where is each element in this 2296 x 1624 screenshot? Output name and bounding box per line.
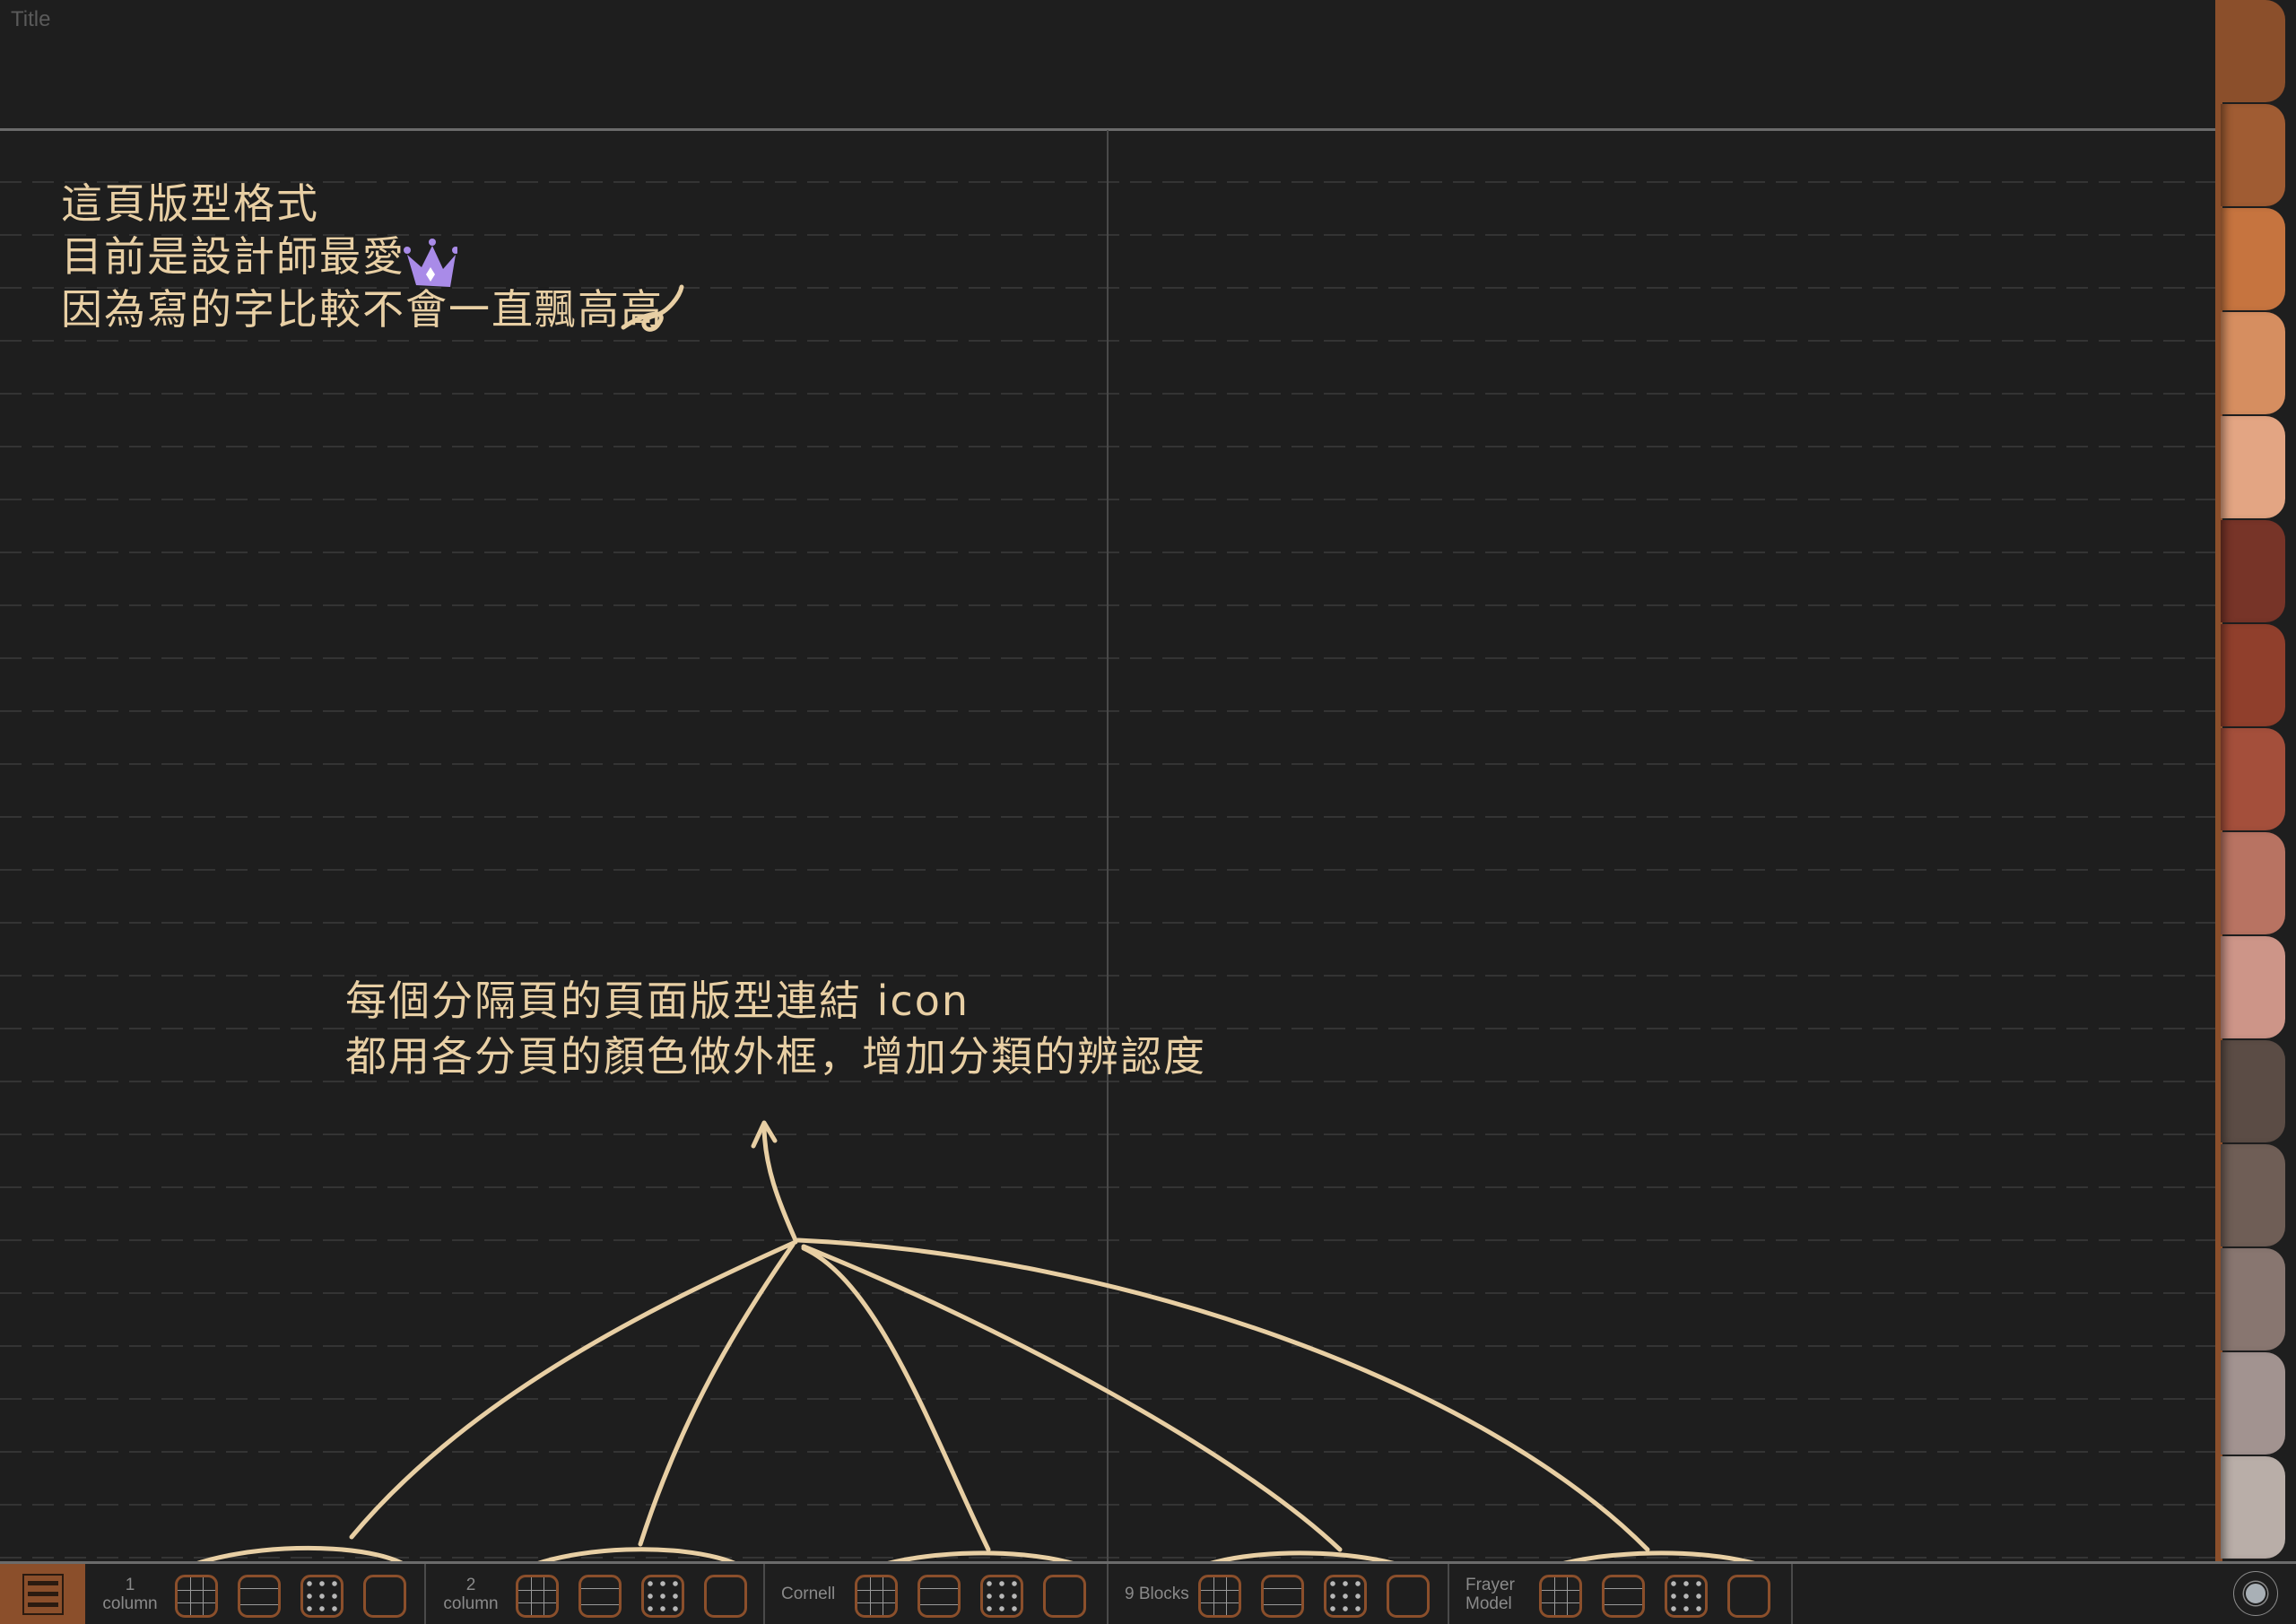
section-tab-14[interactable] (2221, 1352, 2285, 1455)
lined-layout-icon[interactable] (1602, 1575, 1645, 1618)
layout-section-label: 1 column (94, 1564, 166, 1624)
layout-section-label: 9 Blocks (1125, 1564, 1189, 1624)
grid-layout-icon[interactable] (516, 1575, 559, 1618)
note-line: 每個分隔頁的頁面版型連結 icon (345, 977, 970, 1025)
dot-layout-icon[interactable] (300, 1575, 344, 1618)
section-tab-7[interactable] (2221, 624, 2285, 726)
note-line: 都用各分頁的顏色做外框，增加分類的辨認度 (345, 1032, 1206, 1081)
section-tab-13[interactable] (2221, 1248, 2285, 1350)
section-tab-12[interactable] (2221, 1144, 2285, 1246)
blank-layout-icon[interactable] (1043, 1575, 1086, 1618)
section-tab-9[interactable] (2221, 832, 2285, 934)
dot-layout-icon[interactable] (980, 1575, 1023, 1618)
dot-layout-icon[interactable] (1324, 1575, 1367, 1618)
layout-section-5: Frayer Model (1449, 1564, 1793, 1624)
grid-layout-icon[interactable] (1198, 1575, 1241, 1618)
layout-section-3: Cornell (765, 1564, 1109, 1624)
lined-layout-icon[interactable] (578, 1575, 622, 1618)
dot-layout-icon[interactable] (641, 1575, 684, 1618)
bottom-toolbar: 1 column 2 column Cornell 9 Blocks Frayer Model (0, 1561, 2296, 1624)
section-tab-4[interactable] (2221, 312, 2285, 414)
section-tabs (2215, 0, 2296, 1561)
blank-layout-icon[interactable] (363, 1575, 406, 1618)
label-line: column (102, 1594, 158, 1613)
label-line: Frayer (1465, 1575, 1515, 1594)
label-line: 2 (465, 1575, 476, 1594)
record-toggle-icon (2244, 1582, 2267, 1605)
label-line: column (443, 1594, 499, 1613)
section-tab-6[interactable] (2221, 520, 2285, 622)
grid-layout-icon[interactable] (855, 1575, 898, 1618)
menu-button[interactable] (0, 1564, 85, 1624)
record-toggle-button[interactable] (2233, 1571, 2278, 1616)
label-line: 9 Blocks (1125, 1585, 1189, 1603)
blank-layout-icon[interactable] (1387, 1575, 1430, 1618)
hamburger-menu-icon (22, 1573, 64, 1615)
label-line: 1 (125, 1575, 135, 1594)
section-tab-11[interactable] (2221, 1040, 2285, 1142)
layout-section-label: Cornell (781, 1564, 835, 1624)
note-line: 因為寫的字比較不會一直飄高高 (61, 285, 664, 334)
note-line: 這頁版型格式 (61, 179, 319, 228)
handwritten-note-bottom: 每個分隔頁的頁面版型連結 icon 都用各分頁的顏色做外框，增加分類的辨認度 (345, 973, 1206, 1084)
grid-layout-icon[interactable] (175, 1575, 218, 1618)
section-tab-8[interactable] (2221, 728, 2285, 830)
blank-layout-icon[interactable] (704, 1575, 747, 1618)
handwritten-note-top: 這頁版型格式 目前是設計師最愛 因為寫的字比較不會一直飄高高 (61, 178, 664, 336)
section-tab-15[interactable] (2221, 1456, 2285, 1559)
column-divider (1107, 130, 1109, 1624)
layout-section-2: 2 column (426, 1564, 765, 1624)
section-tab-3[interactable] (2221, 208, 2285, 310)
dot-layout-icon[interactable] (1665, 1575, 1708, 1618)
label-line: Model (1465, 1594, 1512, 1613)
layout-section-1: 1 column (85, 1564, 426, 1624)
section-tab-2[interactable] (2221, 104, 2285, 206)
blank-layout-icon[interactable] (1727, 1575, 1770, 1618)
section-tab-5[interactable] (2221, 416, 2285, 518)
label-line: Cornell (781, 1585, 836, 1603)
section-tab-1[interactable] (2215, 0, 2285, 102)
section-tab-10[interactable] (2221, 936, 2285, 1038)
layout-section-label: Frayer Model (1465, 1564, 1515, 1624)
grid-layout-icon[interactable] (1539, 1575, 1582, 1618)
lined-layout-icon[interactable] (1261, 1575, 1304, 1618)
lined-layout-icon[interactable] (918, 1575, 961, 1618)
lined-layout-icon[interactable] (238, 1575, 281, 1618)
layout-section-label: 2 column (435, 1564, 507, 1624)
layout-section-4: 9 Blocks (1109, 1564, 1449, 1624)
note-line: 目前是設計師最愛 (61, 232, 405, 281)
crown-icon (404, 239, 457, 287)
page-title-placeholder[interactable]: Title (11, 7, 50, 32)
